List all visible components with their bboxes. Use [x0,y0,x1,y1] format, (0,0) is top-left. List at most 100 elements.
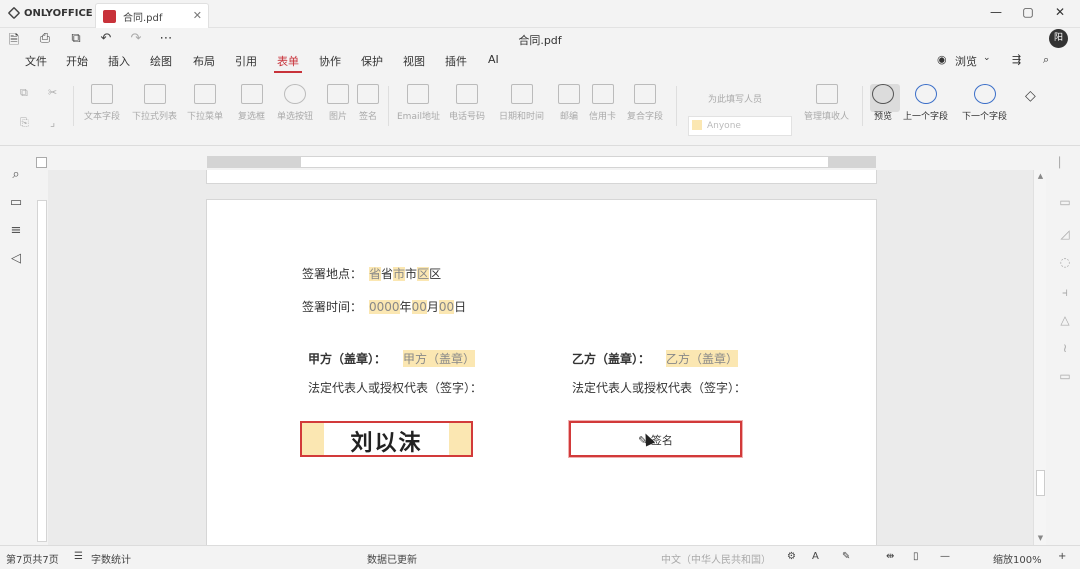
combo-box-button[interactable]: 下拉式列表 [132,84,177,122]
month-field[interactable]: 00 [411,300,427,314]
menu-plugins[interactable]: 插件 [445,53,467,69]
chart-settings-icon[interactable]: ⫞ [1058,285,1072,300]
feedback-icon[interactable]: ◁ [8,251,24,266]
signature-settings-icon[interactable]: ≀ [1058,341,1072,355]
party-a-field[interactable]: 甲方（盖章） [403,350,476,367]
image-field-button[interactable]: 图片 [327,84,349,122]
open-location-icon[interactable]: ⇶ [1012,53,1021,66]
credit-card-field-button[interactable]: 信用卡 [589,84,616,122]
form-settings-icon[interactable]: ▭ [1058,369,1072,383]
search-icon[interactable]: ⌕ [8,167,24,182]
paste-icon[interactable]: ⎘ [20,116,29,130]
search-icon[interactable]: ⌕ [1043,53,1049,67]
app-name: ONLYOFFICE [24,7,93,19]
menu-view[interactable]: 视图 [403,53,425,69]
word-count[interactable]: 字数统计 [91,551,131,566]
role-label: 为此填写人员 [708,95,763,105]
menu-layout[interactable]: 布局 [193,53,215,69]
manage-roles-button[interactable]: 管理填收人 [804,84,849,122]
navigation-icon[interactable]: ≡ [8,223,24,238]
language-selector[interactable]: 中文（中华人民共和国） [661,551,771,566]
email-icon [407,84,430,104]
menu-file[interactable]: 文件 [25,53,47,69]
role-select[interactable]: Anyone [688,116,792,136]
spellcheck-icon[interactable]: ⚙ [787,551,796,562]
credit-card-icon [591,84,614,104]
email-field-button[interactable]: Email地址 [397,84,440,122]
text-art-icon[interactable]: △ [1058,313,1072,327]
radio-icon [284,84,306,104]
dropdown-button[interactable]: 下拉菜单 [187,84,223,122]
view-mode-dropdown[interactable]: 浏览 [955,53,977,69]
text-field-icon [91,84,113,104]
province-field[interactable]: 省 [369,267,382,281]
zip-field-button[interactable]: 邮编 [558,84,580,122]
menu-insert[interactable]: 插入 [108,53,130,69]
vertical-scrollbar[interactable]: ▲ ▼ [1033,170,1046,545]
app-logo: ONLYOFFICE [7,6,93,20]
word-count-icon: ☰ [74,551,83,562]
minimize-button[interactable]: — [987,5,1005,19]
vertical-ruler[interactable] [37,200,47,542]
datetime-field-button[interactable]: 日期和时间 [499,84,544,122]
scrollbar-thumb[interactable] [1036,470,1045,496]
document-tab[interactable]: 合同.pdf ✕ [95,3,209,28]
day-field[interactable]: 00 [438,300,455,314]
fit-width-icon[interactable]: ⇹ [886,551,894,562]
signature-a-name: 刘以沫 [350,430,423,456]
zoom-in-button[interactable]: + [1058,551,1066,562]
signature-a-field[interactable]: 刘以沫 [300,421,473,457]
text-language-icon[interactable]: A [812,551,819,562]
menu-draw[interactable]: 绘图 [150,53,172,69]
party-b-field[interactable]: 乙方（盖章） [666,350,739,367]
radio-button-button[interactable]: 单选按钮 [277,84,313,122]
year-field[interactable]: 0000 [369,300,400,314]
zoom-out-button[interactable]: — [940,551,950,562]
preview-button[interactable]: 预览 [872,84,894,122]
page-indicator[interactable]: 第7页共7页 [6,551,59,566]
menu-references[interactable]: 引用 [235,53,257,69]
complex-field-button[interactable]: 复合字段 [627,84,663,122]
previous-field-button[interactable]: 上一个字段 [903,84,948,122]
district-field[interactable]: 区 [417,267,430,281]
next-field-button[interactable]: 下一个字段 [962,84,1007,122]
horizontal-ruler[interactable] [207,156,876,168]
shape-settings-icon[interactable]: ◌ [1058,255,1072,269]
image-settings-icon[interactable]: ◿ [1058,227,1072,241]
checkbox-icon [240,84,263,104]
signature-field-button[interactable]: 签名 [357,84,379,122]
menu-protection[interactable]: 保护 [361,53,383,69]
view-mode-icon[interactable]: ◉ [937,53,947,66]
eye-icon [872,84,894,104]
phone-field-button[interactable]: 电话号码 [449,84,485,122]
copy-icon[interactable]: ⧉ [20,86,28,100]
menu-collaboration[interactable]: 协作 [319,53,341,69]
select-all-icon[interactable]: ⌟ [50,116,55,129]
zoom-level[interactable]: 缩放100% [993,551,1042,566]
menu-ai[interactable]: AI [488,53,499,66]
table-settings-icon[interactable]: ▭ [1058,195,1072,209]
scroll-down-icon[interactable]: ▼ [1036,534,1045,543]
city-field[interactable]: 市 [393,267,406,281]
menu-forms[interactable]: 表单 [274,53,302,73]
checkbox-button[interactable]: 复选框 [238,84,265,122]
menu-home[interactable]: 开始 [66,53,88,69]
signature-icon [357,84,379,104]
fit-page-icon[interactable]: ▯ [913,551,919,562]
track-changes-icon[interactable]: ✎ [842,551,850,562]
status-bar: 第7页共7页 ☰ 字数统计 数据已更新 中文（中华人民共和国） ⚙ A ✎ ⇹ … [0,545,1080,569]
scroll-up-icon[interactable]: ▲ [1036,172,1045,181]
close-window-button[interactable]: ✕ [1051,5,1069,19]
calendar-icon [510,84,533,104]
clear-fields-icon[interactable]: ◇ [1025,88,1036,104]
signature-b-field[interactable]: ✎ 签名 [569,421,742,457]
cut-icon[interactable]: ✂ [48,86,57,99]
text-field-button[interactable]: 文本字段 [84,84,120,122]
comments-icon[interactable]: ▭ [8,195,24,210]
close-tab-icon[interactable]: ✕ [193,9,202,22]
user-avatar[interactable]: 阳 [1049,29,1068,48]
restore-button[interactable]: ▢ [1019,5,1037,19]
toolbar-separator [862,86,863,126]
paragraph-settings-icon[interactable]: ⎸ [1058,155,1072,170]
ruler-corner-tab[interactable] [36,157,47,168]
